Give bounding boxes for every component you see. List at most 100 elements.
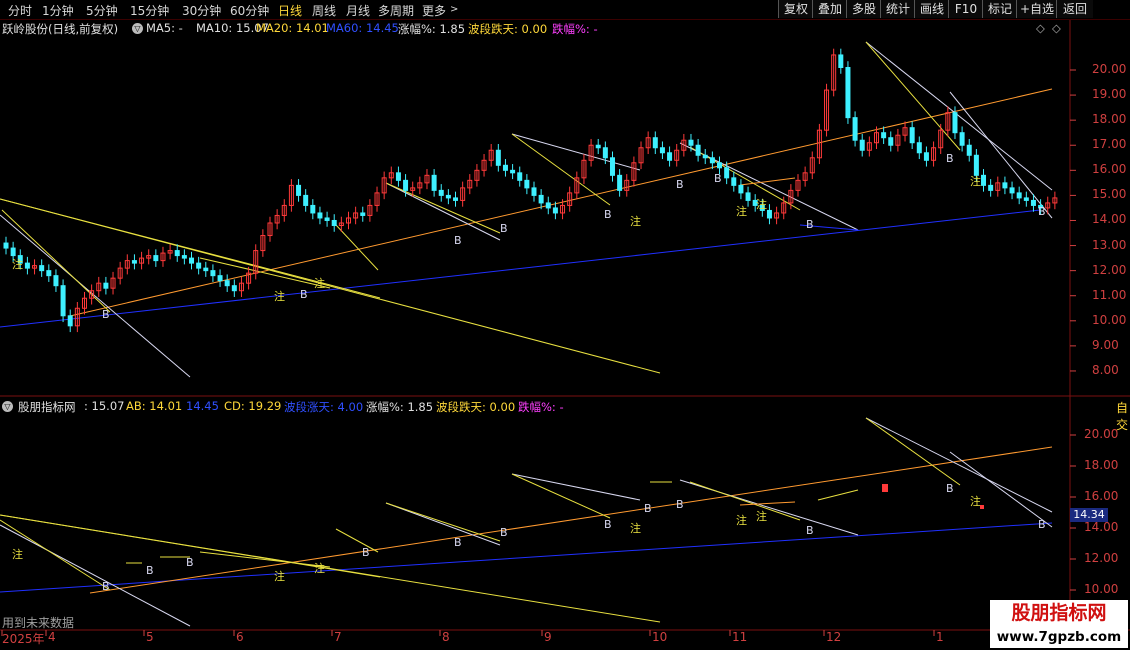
main-grid [1070,69,1076,372]
red-signal-block [882,484,888,492]
chevron-down-icon[interactable]: ▽ [2,401,13,412]
b-marker: B [500,222,508,235]
date-tick: 4 [48,630,56,644]
candle-body [24,262,30,269]
candle-body [688,139,694,146]
main-axis-tick: 10.00 [1092,312,1127,327]
candle-body [952,112,958,134]
main-axis-tick: 18.00 [1092,112,1127,127]
trend-line [511,133,611,206]
candle-body [303,194,309,206]
candle-body [395,172,401,181]
candle-body [602,147,608,159]
candle-body [617,174,623,191]
candle-body [659,147,665,154]
candle-body [324,217,330,221]
trend-line [385,502,501,546]
candle-body [966,144,972,156]
candle-body [453,197,459,201]
ma20-value: MA20: 14.01 [256,21,329,35]
candle-body [153,255,159,262]
b-marker: B [454,536,462,549]
candle-body [859,139,865,151]
indicator-name: 股朋指标网 [18,400,76,414]
sub-axis-tick: 16.00 [1084,489,1119,503]
sub-bdtt-value: 波段跌天: 0.00 [436,400,516,414]
b-marker: B [806,218,814,231]
zhu-marker: 注 [970,494,981,508]
date-tick: 9 [544,630,552,644]
candle-body [3,242,9,249]
candle-body [403,179,409,191]
b-marker: B [500,526,508,539]
zhu-marker: 注 [274,289,285,303]
main-indicator-bar: 跃岭股份(日线,前复权) ▽ MA5: - MA10: 15.07 MA20: … [0,21,1070,37]
chevron-down-icon[interactable]: ▽ [132,23,143,34]
right-edge-char-2: 交 [1116,418,1129,432]
bdzt-value: 波段涨天: 4.00 [284,400,364,414]
zhu-marker: 注 [630,521,641,535]
trend-line [199,257,331,289]
b-marker: B [676,178,684,191]
candle-body [731,177,737,186]
b-marker: B [604,208,612,221]
candle-body [431,174,437,191]
trend-line [511,133,641,171]
candle-body [766,209,772,219]
main-axis-tick: 17.00 [1092,137,1127,152]
zhu-marker: 注 [736,204,747,218]
zhu-marker: 注 [314,276,325,290]
diamond-icon-2[interactable]: ◇ [1052,21,1061,35]
candle-body [652,137,658,149]
candle-body [189,257,195,264]
b-marker: B [454,234,462,247]
trend-line [0,514,661,623]
sub-grid [1,434,1076,636]
candle-body [317,212,323,219]
candle-body [923,152,929,161]
candle-body [360,212,366,216]
candle-body [724,167,730,179]
candle-body [510,169,516,174]
trend-line [0,524,191,627]
b-marker: B [946,482,954,495]
diamond-icon[interactable]: ◇ [1036,21,1045,35]
main-axis-tick: 13.00 [1092,237,1127,252]
candle-body [524,179,530,189]
candle-body [845,66,851,119]
main-axis-tick: 8.00 [1092,362,1119,377]
zhu-marker: 注 [12,257,23,271]
candle-body [667,152,673,161]
main-axis-tick: 12.00 [1092,262,1127,277]
kline-chart[interactable]: 注注注注注注注注注注注注 注注BBBBBB BBBBBBBBBBBB BBBB [0,0,1130,650]
trend-line [949,91,1053,219]
trend-line [335,528,379,553]
date-tick: 5 [146,630,154,644]
date-tick: 2025年 [2,632,45,646]
main-axis-tick: 9.00 [1092,337,1119,352]
date-tick: 11 [732,630,748,644]
trend-line [0,209,1041,328]
zhu-marker: 注 [970,174,981,188]
candle-body [888,137,894,146]
candle-body [745,192,751,201]
sub-zf-value: 涨幅%: 1.85 [366,400,434,414]
b-marker: B [146,564,154,577]
trend-line [511,473,611,519]
zhu-marker: 注 [756,509,767,523]
current-price-tag: 14.34 [1070,508,1108,522]
candle-body [531,187,537,196]
candle-body [502,164,508,171]
sub-axis-tick: 14.00 [1084,520,1119,534]
zhu-marker: 注 [12,547,23,561]
candle-body [331,219,337,226]
df-value: 跌幅%: - [552,22,598,36]
b-marker: B [676,498,684,511]
date-tick: 1 [936,630,944,644]
candle-body [959,132,965,146]
trend-line [865,417,1053,513]
candle-body [1023,197,1029,201]
b-marker: B [362,546,370,559]
trend-line [949,451,1053,528]
candle-body [217,275,223,282]
